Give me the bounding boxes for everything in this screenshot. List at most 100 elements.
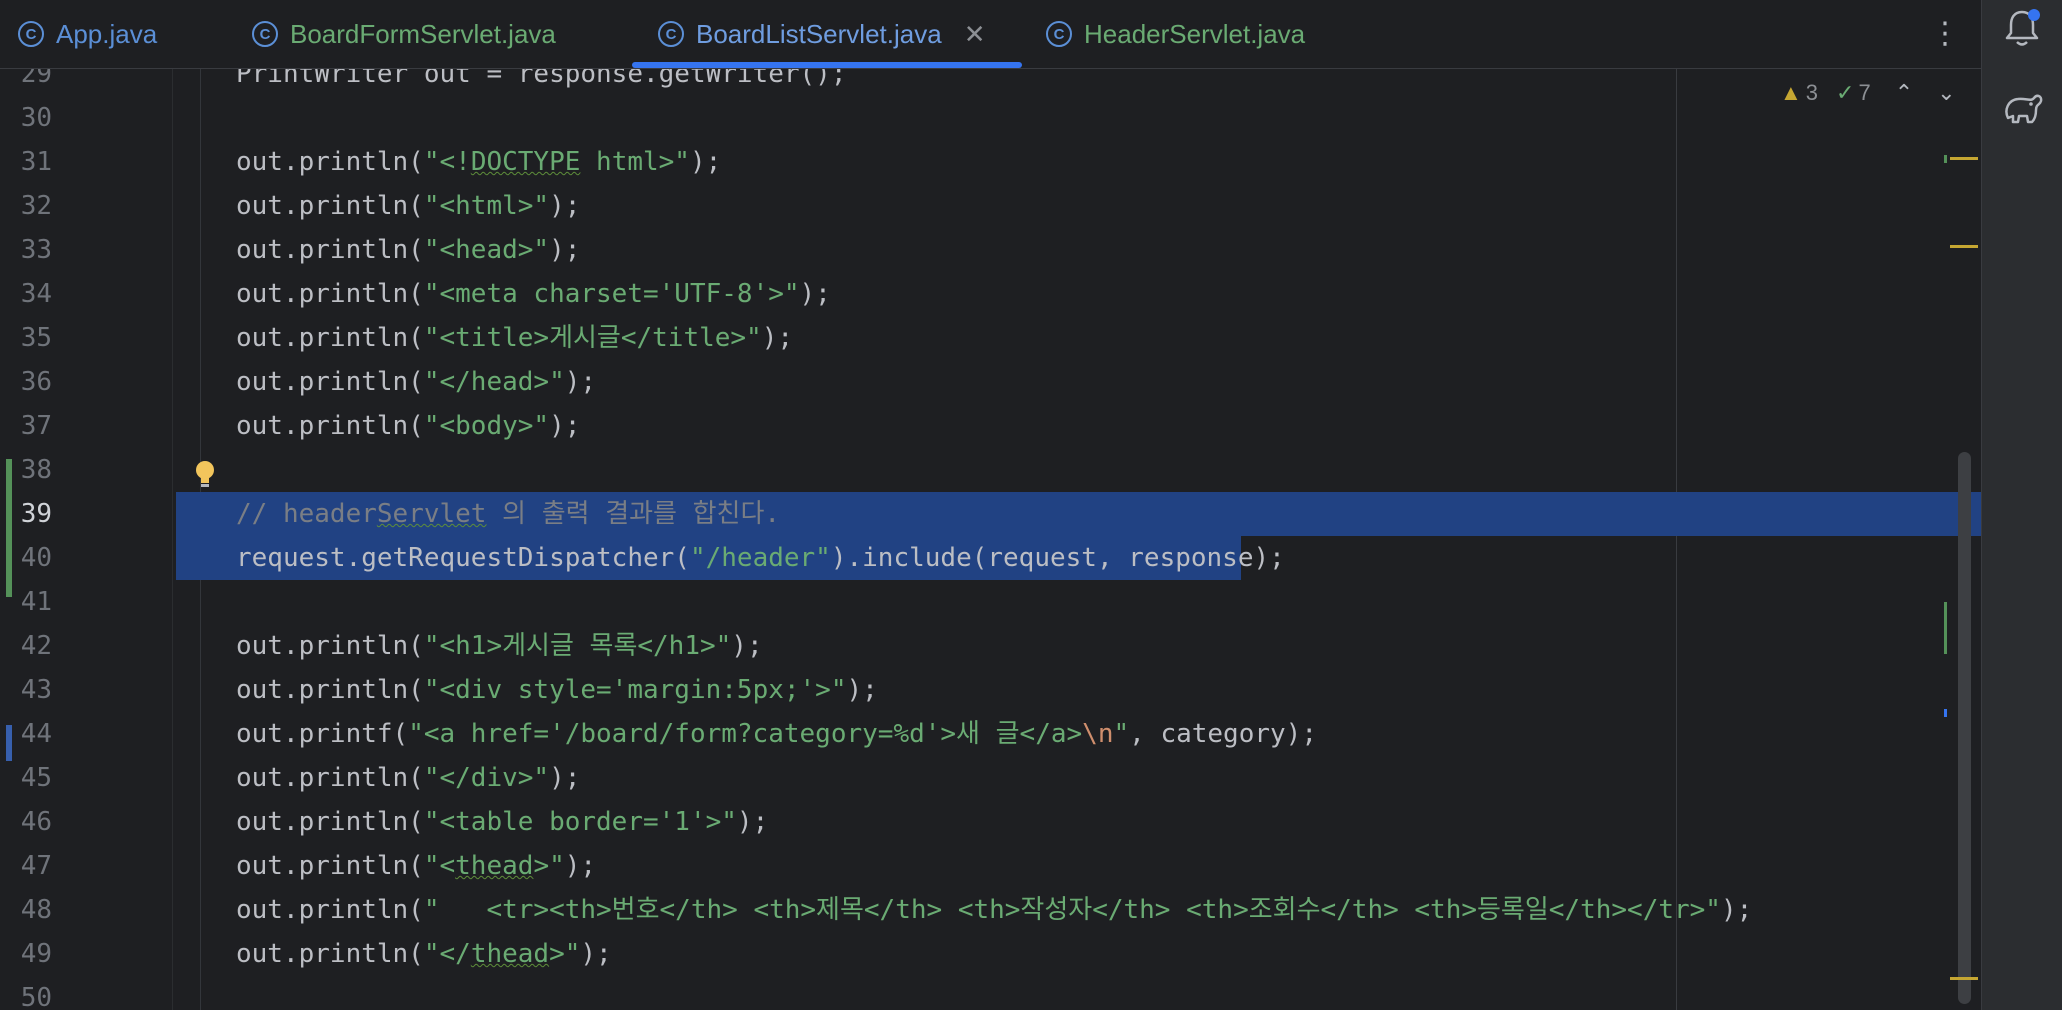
inspection-widget[interactable]: ▲ 3 ✓ 7 ⌃ ⌄ xyxy=(1780,73,1956,113)
code-text: out.println("<!DOCTYPE html>"); xyxy=(236,140,721,184)
code-token: out.println( xyxy=(236,279,424,309)
close-icon[interactable]: ✕ xyxy=(964,19,986,50)
code-line[interactable]: 50 xyxy=(0,976,1981,1010)
code-token: " xyxy=(1113,719,1130,749)
code-token: ); xyxy=(564,851,597,881)
warning-stripe-marker[interactable] xyxy=(1950,977,1978,980)
code-text: request.getRequestDispatcher("/header").… xyxy=(236,536,1285,580)
line-number: 41 xyxy=(20,587,52,617)
chevron-down-icon[interactable]: ⌄ xyxy=(1937,80,1955,106)
change-stripe-marker[interactable] xyxy=(1944,155,1947,163)
code-text: out.println(" <tr><th>번호</th> <th>제목</th… xyxy=(236,888,1752,932)
line-number: 35 xyxy=(20,323,52,353)
code-token: out.println( xyxy=(236,235,424,265)
code-line[interactable]: 32 out.println("<html>"); xyxy=(0,184,1981,228)
warning-stripe-marker[interactable] xyxy=(1950,157,1978,160)
code-token: "<h1>게시글 목록</h1>" xyxy=(423,631,732,661)
tab-headerservlet-java[interactable]: C HeaderServlet.java xyxy=(1046,0,1305,68)
code-line[interactable]: 43 out.println("<div style='margin:5px;'>… xyxy=(0,668,1981,712)
line-number: 43 xyxy=(20,675,52,705)
notifications-bell-icon[interactable] xyxy=(2002,6,2042,50)
code-line[interactable]: 45 out.println("</div>"); xyxy=(0,756,1981,800)
line-number: 31 xyxy=(20,147,52,177)
code-token: ); xyxy=(564,367,597,397)
code-line[interactable]: 49 out.println("</thead>"); xyxy=(0,932,1981,976)
code-line[interactable]: 47 out.println("<thead>"); xyxy=(0,844,1981,888)
code-token: "<head>" xyxy=(423,235,550,265)
line-number: 47 xyxy=(20,851,52,881)
code-token: out.println( xyxy=(236,763,424,793)
tab-label: App.java xyxy=(56,18,158,49)
line-number: 44 xyxy=(20,719,52,749)
code-token: "<title>게시글</title>" xyxy=(423,323,762,353)
code-line[interactable]: 30 xyxy=(0,96,1981,140)
tab-boardlistservlet-java[interactable]: C BoardListServlet.java ✕ xyxy=(658,0,985,68)
code-token: out.println( xyxy=(236,675,424,705)
chevron-up-icon[interactable]: ⌃ xyxy=(1895,80,1913,106)
code-token: ); xyxy=(689,147,722,177)
vertical-scrollbar[interactable] xyxy=(1958,452,1971,1004)
check-icon: ✓ xyxy=(1836,80,1855,105)
code-token: out.println( xyxy=(236,323,424,353)
code-text: out.printf("<a href='/board/form?categor… xyxy=(236,712,1317,756)
code-token: out.println( xyxy=(236,895,424,925)
line-number: 32 xyxy=(20,191,52,221)
code-line[interactable]: 40 request.getRequestDispatcher("/header"… xyxy=(0,536,1981,580)
line-number: 30 xyxy=(20,103,52,133)
code-token: out.println( xyxy=(236,851,424,881)
code-line[interactable]: 36 out.println("</head>"); xyxy=(0,360,1981,404)
code-token: 의 출력 결과를 합친다. xyxy=(486,499,781,529)
code-line[interactable]: 44 out.printf("<a href='/board/form?categ… xyxy=(0,712,1981,756)
lightbulb-icon[interactable] xyxy=(193,459,217,489)
warning-stripe-marker[interactable] xyxy=(1950,245,1978,248)
code-text: out.println("<meta charset='UTF-8'>"); xyxy=(236,272,831,316)
class-c-icon: C xyxy=(1046,21,1072,47)
line-number: 45 xyxy=(20,763,52,793)
code-token: out.println( xyxy=(236,807,424,837)
code-line[interactable]: 38 xyxy=(0,448,1981,492)
code-line[interactable]: 48 out.println(" <tr><th>번호</th> <th>제목</… xyxy=(0,888,1981,932)
code-line[interactable]: 37 out.println("<body>"); xyxy=(0,404,1981,448)
code-line[interactable]: 41 xyxy=(0,580,1981,624)
warning-icon: ▲ xyxy=(1780,80,1802,105)
code-token: "<! xyxy=(423,147,471,177)
line-number: 39 xyxy=(20,499,52,529)
code-text: out.println("<div style='margin:5px;'>")… xyxy=(236,668,878,712)
code-line[interactable]: 39 // headerServlet 의 출력 결과를 합친다. xyxy=(0,492,1981,536)
line-number: 33 xyxy=(20,235,52,265)
code-editor[interactable]: 29 PrintWriter out = response.getWriter()… xyxy=(0,69,1981,1010)
tab-app-java[interactable]: C App.java xyxy=(18,0,157,68)
code-token: "<body>" xyxy=(423,411,550,441)
code-token: "<meta charset='UTF-8'>" xyxy=(423,279,800,309)
code-line[interactable]: 33 out.println("<head>"); xyxy=(0,228,1981,272)
code-text: out.println("<head>"); xyxy=(236,228,580,272)
code-token: "</ xyxy=(423,939,471,969)
more-tabs-icon[interactable]: ⋮ xyxy=(1930,8,1960,60)
line-number: 37 xyxy=(20,411,52,441)
tab-boardformservlet-java[interactable]: C BoardFormServlet.java xyxy=(252,0,556,68)
line-number: 34 xyxy=(20,279,52,309)
code-text: out.println("<body>"); xyxy=(236,404,580,448)
code-token: "<a href='/board/form?category=%d'>새 글</… xyxy=(408,719,1083,749)
code-line[interactable]: 31 out.println("<!DOCTYPE html>"); xyxy=(0,140,1981,184)
change-stripe-marker[interactable] xyxy=(1944,602,1947,654)
warning-count: 3 xyxy=(1805,80,1819,105)
code-line[interactable]: 42 out.println("<h1>게시글 목록</h1>"); xyxy=(0,624,1981,668)
line-number: 49 xyxy=(20,939,52,969)
code-line[interactable]: 34 out.println("<meta charset='UTF-8'>"); xyxy=(0,272,1981,316)
code-token: "<table border='1'>" xyxy=(423,807,737,837)
active-tab-indicator xyxy=(632,62,1022,68)
code-line[interactable]: 35 out.println("<title>게시글</title>"); xyxy=(0,316,1981,360)
code-token: thead xyxy=(455,851,534,881)
gradle-elephant-icon[interactable] xyxy=(2000,88,2046,128)
change-stripe-marker[interactable] xyxy=(1944,709,1947,717)
code-token: "<html>" xyxy=(423,191,550,221)
code-line[interactable]: 46 out.println("<table border='1'>"); xyxy=(0,800,1981,844)
code-text: out.println("<title>게시글</title>"); xyxy=(236,316,793,360)
code-token: PrintWriter out = response.getWriter(); xyxy=(236,69,847,89)
code-text: // headerServlet 의 출력 결과를 합친다. xyxy=(236,492,780,536)
code-line[interactable]: 29 PrintWriter out = response.getWriter()… xyxy=(0,69,1981,96)
code-token: "</div>" xyxy=(423,763,550,793)
code-token: out.println( xyxy=(236,631,424,661)
line-number: 38 xyxy=(20,455,52,485)
